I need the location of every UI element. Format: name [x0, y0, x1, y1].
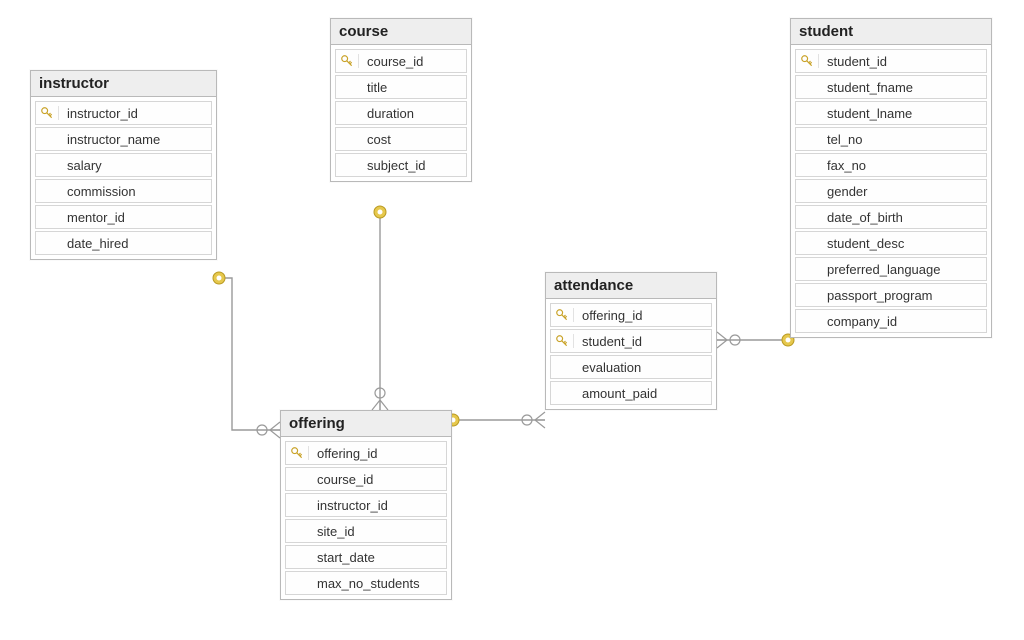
entity-body: course_idtitle duration cost subject_id	[331, 45, 471, 181]
field-name: offering_id	[574, 305, 711, 326]
field-name: salary	[59, 155, 211, 176]
field-row[interactable]: date_hired	[35, 231, 212, 255]
field-row[interactable]: passport_program	[795, 283, 987, 307]
pk-indicator	[551, 308, 574, 322]
field-row[interactable]: preferred_language	[795, 257, 987, 281]
field-row[interactable]: student_fname	[795, 75, 987, 99]
field-name: site_id	[309, 521, 446, 542]
field-row[interactable]: fax_no	[795, 153, 987, 177]
entity-title: course	[331, 19, 471, 45]
key-icon	[800, 54, 814, 68]
field-row[interactable]: course_id	[335, 49, 467, 73]
field-name: course_id	[359, 51, 466, 72]
field-name: tel_no	[819, 129, 986, 150]
pk-indicator	[336, 54, 359, 68]
entity-offering[interactable]: offering offering_id course_id instructor_…	[280, 410, 452, 600]
field-name: evaluation	[574, 357, 711, 378]
field-row[interactable]: tel_no	[795, 127, 987, 151]
pk-indicator	[36, 106, 59, 120]
field-row[interactable]: title	[335, 75, 467, 99]
field-row[interactable]: date_of_birth	[795, 205, 987, 229]
field-name: student_lname	[819, 103, 986, 124]
field-name: date_hired	[59, 233, 211, 254]
entity-title: instructor	[31, 71, 216, 97]
entity-title: offering	[281, 411, 451, 437]
entity-attendance[interactable]: attendance offering_id student_id evaluati…	[545, 272, 717, 410]
entity-body: offering_id course_id instructor_id site_id…	[281, 437, 451, 599]
field-name: student_desc	[819, 233, 986, 254]
entity-title: student	[791, 19, 991, 45]
field-row[interactable]: student_desc	[795, 231, 987, 255]
entity-instructor[interactable]: instructor instructor_id instructor_names…	[30, 70, 217, 260]
field-name: title	[359, 77, 466, 98]
erd-canvas: instructor instructor_idinstructor_names…	[0, 0, 1024, 640]
field-row[interactable]: instructor_id	[285, 493, 447, 517]
field-row[interactable]: site_id	[285, 519, 447, 543]
field-name: date_of_birth	[819, 207, 986, 228]
field-name: commission	[59, 181, 211, 202]
field-row[interactable]: commission	[35, 179, 212, 203]
field-name: student_fname	[819, 77, 986, 98]
field-row[interactable]: company_id	[795, 309, 987, 333]
field-name: gender	[819, 181, 986, 202]
pk-indicator	[551, 334, 574, 348]
field-name: course_id	[309, 469, 446, 490]
field-row[interactable]: max_no_students	[285, 571, 447, 595]
field-row[interactable]: instructor_id	[35, 101, 212, 125]
field-row[interactable]: duration	[335, 101, 467, 125]
key-icon	[290, 446, 304, 460]
pk-indicator	[286, 446, 309, 460]
entity-body: instructor_id instructor_namesalary commis…	[31, 97, 216, 259]
field-row[interactable]: evaluation	[550, 355, 712, 379]
key-icon	[555, 334, 569, 348]
field-row[interactable]: gender	[795, 179, 987, 203]
field-name: passport_program	[819, 285, 986, 306]
field-row[interactable]: subject_id	[335, 153, 467, 177]
field-row[interactable]: amount_paid	[550, 381, 712, 405]
field-name: instructor_id	[309, 495, 446, 516]
field-row[interactable]: course_id	[285, 467, 447, 491]
field-name: cost	[359, 129, 466, 150]
field-name: subject_id	[359, 155, 466, 176]
field-row[interactable]: student_lname	[795, 101, 987, 125]
key-icon	[340, 54, 354, 68]
field-row[interactable]: student_id	[795, 49, 987, 73]
field-row[interactable]: student_id	[550, 329, 712, 353]
field-name: company_id	[819, 311, 986, 332]
field-name: max_no_students	[309, 573, 446, 594]
field-row[interactable]: offering_id	[550, 303, 712, 327]
entity-course[interactable]: course course_idtitle duration cost subject…	[330, 18, 472, 182]
field-name: student_id	[819, 51, 986, 72]
field-name: duration	[359, 103, 466, 124]
entity-student[interactable]: student student_id student_fname student_l…	[790, 18, 992, 338]
field-name: instructor_id	[59, 103, 211, 124]
key-icon	[555, 308, 569, 322]
entity-title: attendance	[546, 273, 716, 299]
pk-indicator	[796, 54, 819, 68]
field-name: mentor_id	[59, 207, 211, 228]
field-name: offering_id	[309, 443, 446, 464]
field-row[interactable]: cost	[335, 127, 467, 151]
field-name: student_id	[574, 331, 711, 352]
field-row[interactable]: salary	[35, 153, 212, 177]
entity-body: offering_id student_id evaluation amount_pa…	[546, 299, 716, 409]
field-name: amount_paid	[574, 383, 711, 404]
field-name: fax_no	[819, 155, 986, 176]
entity-body: student_id student_fname student_lname tel_…	[791, 45, 991, 337]
field-row[interactable]: instructor_name	[35, 127, 212, 151]
field-row[interactable]: offering_id	[285, 441, 447, 465]
field-name: start_date	[309, 547, 446, 568]
field-row[interactable]: mentor_id	[35, 205, 212, 229]
field-name: preferred_language	[819, 259, 986, 280]
field-name: instructor_name	[59, 129, 211, 150]
key-icon	[40, 106, 54, 120]
field-row[interactable]: start_date	[285, 545, 447, 569]
